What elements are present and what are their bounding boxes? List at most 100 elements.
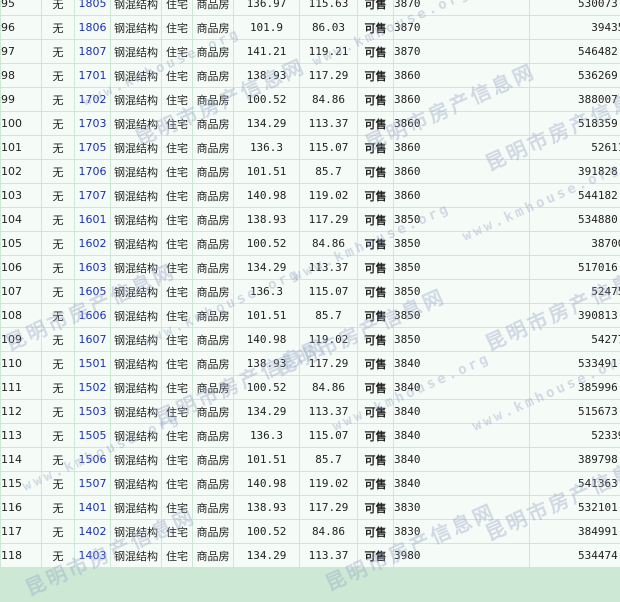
structure-cell: 钢混结构 — [111, 544, 161, 567]
total-price-cell: 389798.4 — [530, 448, 620, 471]
room-number-link[interactable]: 1701 — [79, 69, 107, 82]
sale-status-cell: 可售 — [358, 352, 393, 375]
structure-cell: 钢混结构 — [111, 448, 161, 471]
structure-cell: 钢混结构 — [111, 136, 161, 159]
room-number-link[interactable]: 1402 — [79, 525, 107, 538]
room-number-link[interactable]: 1805 — [79, 0, 107, 10]
room-number-link[interactable]: 1507 — [79, 477, 107, 490]
unit-price-cell: 3850 — [394, 232, 529, 255]
room-number-link[interactable]: 1403 — [79, 549, 107, 562]
structure-cell: 钢混结构 — [111, 520, 161, 543]
table-row: 111 无 1502 钢混结构 住宅 商品房 100.52 84.86 可售 3840 385996… — [1, 376, 620, 399]
structure-cell: 钢混结构 — [111, 424, 161, 447]
floor-area-cell: 136.3 — [234, 424, 299, 447]
unit-price-cell: 3850 — [394, 256, 529, 279]
room-number-link[interactable]: 1503 — [79, 405, 107, 418]
table-row: 112 无 1503 钢混结构 住宅 商品房 134.29 113.37 可售 3840 51567… — [1, 400, 620, 423]
table-row: 109无 1607 钢混结构住宅商品房140.98119.02可售385054277… — [1, 328, 620, 351]
presale-mark-cell: 无 — [42, 64, 74, 87]
room-number-link[interactable]: 1505 — [79, 429, 107, 442]
unit-price-cell: 3870 — [394, 0, 529, 15]
house-type-cell: 商品房 — [193, 184, 233, 207]
room-number-link[interactable]: 1602 — [79, 237, 107, 250]
inner-area-cell: 119.02 — [300, 472, 357, 495]
house-type-cell: 商品房 — [193, 64, 233, 87]
total-price-cell: 385996.8 — [530, 376, 620, 399]
sale-status-cell: 可售 — [358, 64, 393, 87]
floor-area-cell: 136.3 — [234, 136, 299, 159]
sale-status-cell: 可售 — [358, 232, 393, 255]
room-number-link[interactable]: 1806 — [79, 21, 107, 34]
row-index-cell: 101 — [1, 136, 41, 159]
structure-cell: 钢混结构 — [111, 472, 161, 495]
usage-cell: 住宅 — [162, 184, 192, 207]
room-number-cell: 1507 — [75, 472, 110, 495]
room-number-link[interactable]: 1603 — [79, 261, 107, 274]
table-row: 97 无 1807 钢混结构 住宅 商品房 141.21 119.21 可售 3870 546482… — [1, 40, 620, 63]
sale-status-cell: 可售 — [358, 0, 393, 15]
sale-status-cell: 可售 — [358, 16, 393, 39]
inner-area-cell: 115.63 — [300, 0, 357, 15]
unit-price-cell: 3860 — [394, 184, 529, 207]
sale-status-cell: 可售 — [358, 400, 393, 423]
house-type-cell: 商品房 — [193, 0, 233, 15]
unit-price-cell: 3840 — [394, 424, 529, 447]
unit-price-cell: 3860 — [394, 64, 529, 87]
room-number-link[interactable]: 1601 — [79, 213, 107, 226]
table-row: 110 无 1501 钢混结构 住宅 商品房 138.93 117.29 可售 3840 53349… — [1, 352, 620, 375]
room-number-link[interactable]: 1605 — [79, 285, 107, 298]
usage-cell: 住宅 — [162, 136, 192, 159]
floor-area-cell: 138.93 — [234, 352, 299, 375]
usage-cell: 住宅 — [162, 304, 192, 327]
room-number-link[interactable]: 1706 — [79, 165, 107, 178]
room-number-link[interactable]: 1502 — [79, 381, 107, 394]
room-number-link[interactable]: 1707 — [79, 189, 107, 202]
structure-cell: 钢混结构 — [111, 496, 161, 519]
inner-area-cell: 113.37 — [300, 112, 357, 135]
house-type-cell: 商品房 — [193, 256, 233, 279]
house-type-cell: 商品房 — [193, 424, 233, 447]
inner-area-cell: 85.7 — [300, 160, 357, 183]
table-row: 99无 1702 钢混结构住宅商品房100.5284.86可售3860388007.… — [1, 88, 620, 111]
sale-status-cell: 可售 — [358, 40, 393, 63]
row-index-cell: 99 — [1, 88, 41, 111]
room-number-link[interactable]: 1401 — [79, 501, 107, 514]
inner-area-cell: 117.29 — [300, 208, 357, 231]
table-row: 118 无 1403 钢混结构 住宅 商品房 134.29 113.37 可售 3980 53447… — [1, 544, 620, 567]
table-row: 103 无 1707 钢混结构 住宅 商品房 140.98 119.02 可售 3860 54418… — [1, 184, 620, 207]
presale-mark-cell: 无 — [42, 400, 74, 423]
floor-area-cell: 140.98 — [234, 328, 299, 351]
house-type-cell: 商品房 — [193, 232, 233, 255]
usage-cell: 住宅 — [162, 352, 192, 375]
room-number-link[interactable]: 1702 — [79, 93, 107, 106]
house-type-cell: 商品房 — [193, 304, 233, 327]
room-number-link[interactable]: 1607 — [79, 333, 107, 346]
room-number-link[interactable]: 1703 — [79, 117, 107, 130]
usage-cell: 住宅 — [162, 160, 192, 183]
room-number-link[interactable]: 1705 — [79, 141, 107, 154]
table-row: 98 无 1701 钢混结构 住宅 商品房 138.93 117.29 可售 3860 536269… — [1, 64, 620, 87]
structure-cell: 钢混结构 — [111, 232, 161, 255]
structure-cell: 钢混结构 — [111, 112, 161, 135]
presale-mark-cell: 无 — [42, 448, 74, 471]
room-number-cell: 1705 — [75, 136, 110, 159]
unit-price-cell: 3860 — [394, 160, 529, 183]
inner-area-cell: 84.86 — [300, 88, 357, 111]
total-price-cell: 523392 — [530, 424, 620, 447]
unit-price-cell: 3840 — [394, 400, 529, 423]
sale-status-cell: 可售 — [358, 160, 393, 183]
structure-cell: 钢混结构 — [111, 88, 161, 111]
row-index-cell: 95 — [1, 0, 41, 15]
structure-cell: 钢混结构 — [111, 184, 161, 207]
sale-status-cell: 可售 — [358, 256, 393, 279]
sale-status-cell: 可售 — [358, 520, 393, 543]
room-number-link[interactable]: 1506 — [79, 453, 107, 466]
room-number-cell: 1703 — [75, 112, 110, 135]
presale-mark-cell: 无 — [42, 472, 74, 495]
room-number-link[interactable]: 1606 — [79, 309, 107, 322]
room-number-link[interactable]: 1807 — [79, 45, 107, 58]
room-number-link[interactable]: 1501 — [79, 357, 107, 370]
floor-area-cell: 136.97 — [234, 0, 299, 15]
presale-mark-cell: 无 — [42, 376, 74, 399]
row-index-cell: 100 — [1, 112, 41, 135]
